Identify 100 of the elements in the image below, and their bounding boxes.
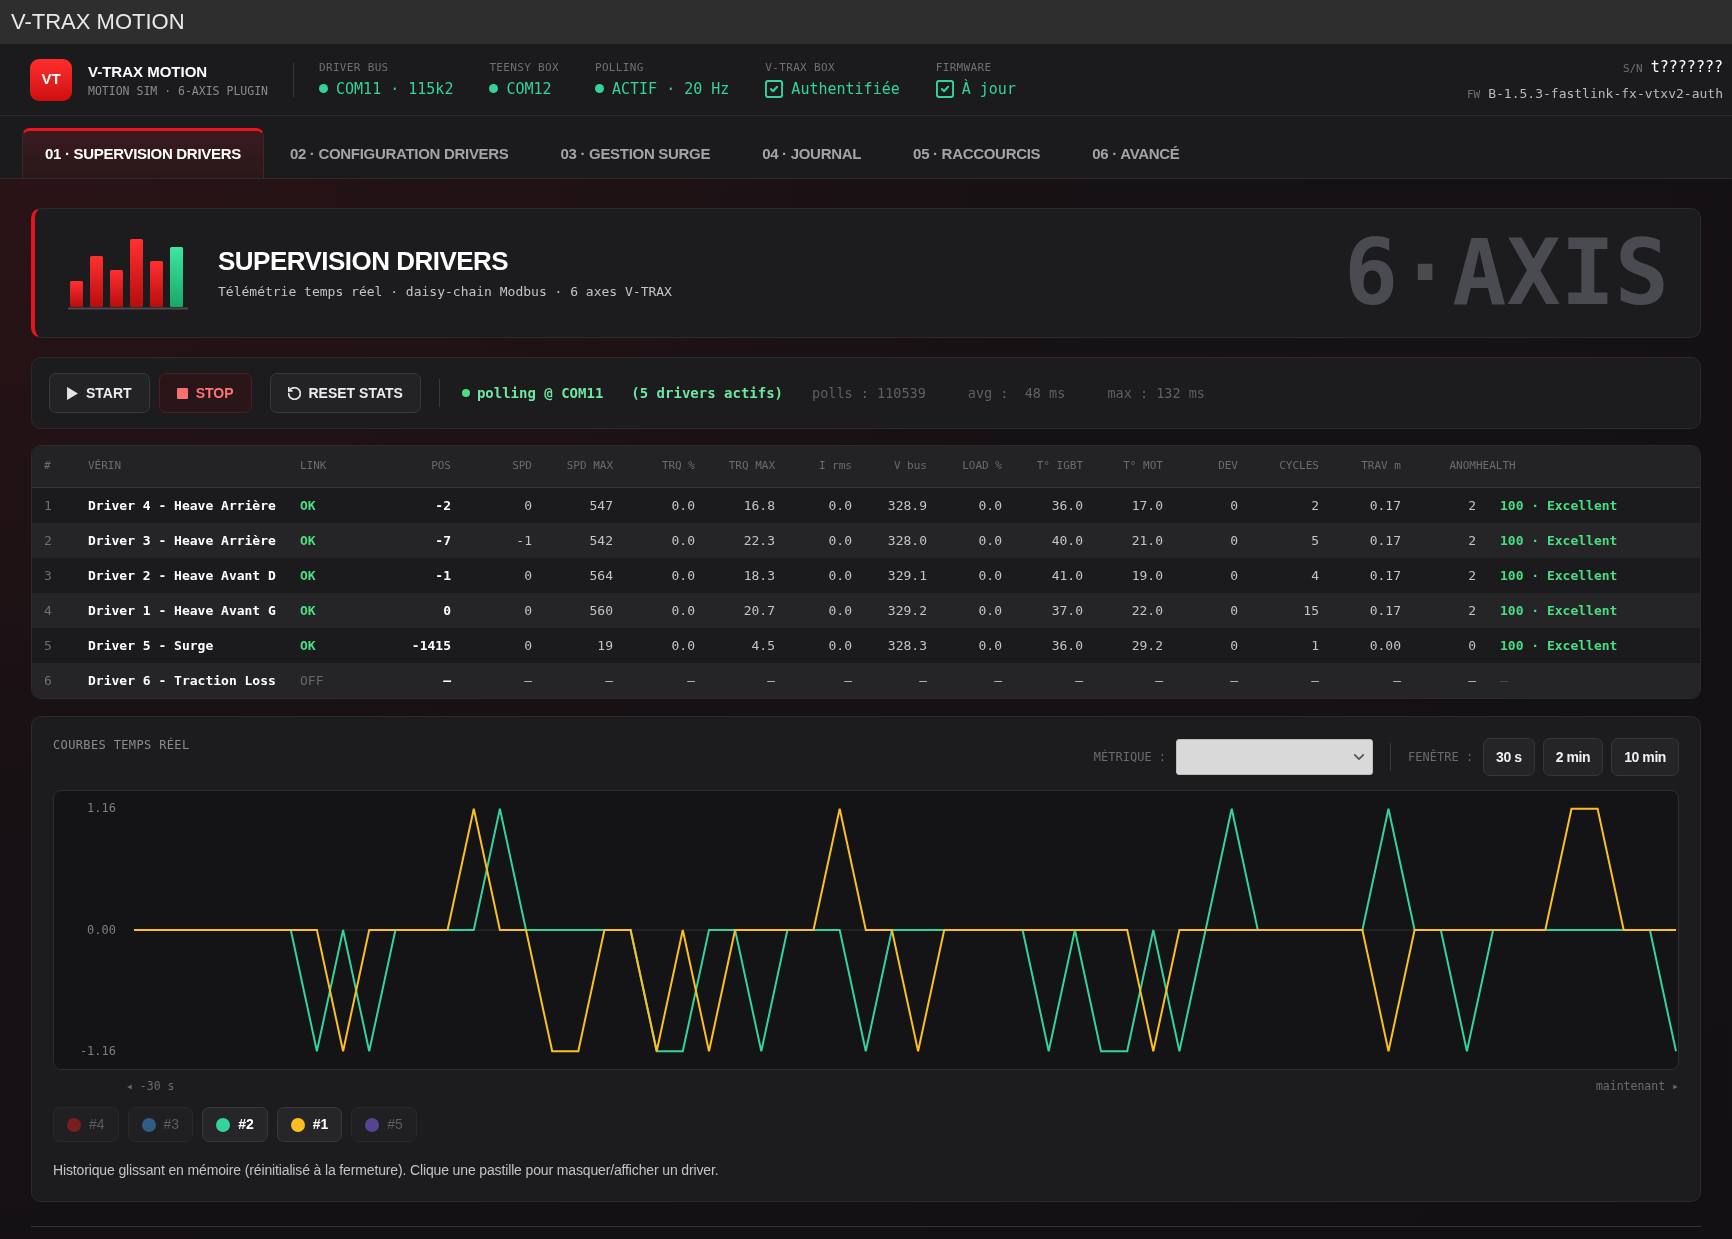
status-value: COM11 · 115k2 bbox=[336, 78, 454, 99]
table-cell-text: 19.0 bbox=[1131, 566, 1163, 585]
stop-button[interactable]: STOP bbox=[158, 373, 252, 413]
table-cell-text: 0 bbox=[1230, 531, 1238, 550]
legend-toggle[interactable]: #1 bbox=[276, 1107, 343, 1142]
table-cell-text: -1415 bbox=[411, 636, 451, 655]
link-status: OK bbox=[300, 496, 316, 515]
table-cell-text: 20.7 bbox=[743, 601, 775, 620]
metric-select[interactable] bbox=[1176, 739, 1374, 775]
table-cell-text: 0 bbox=[524, 496, 532, 515]
tab[interactable]: 02 · CONFIGURATION DRIVERS bbox=[263, 128, 535, 178]
table-cell-text: 0.0 bbox=[828, 496, 852, 515]
table-cell-text: 0 bbox=[524, 566, 532, 585]
table-cell-text: 36.0 bbox=[1051, 636, 1083, 655]
link-status: OFF bbox=[300, 671, 324, 690]
table-cell-text: 0.0 bbox=[671, 601, 695, 620]
row-number: 2 bbox=[43, 531, 53, 550]
table-cell-text: 0.0 bbox=[671, 531, 695, 550]
table-cell-text: 0.17 bbox=[1369, 601, 1401, 620]
table-cell-text: 0.0 bbox=[978, 531, 1002, 550]
app-logo: VT bbox=[30, 58, 72, 101]
tab[interactable]: 06 · AVANCÉ bbox=[1066, 128, 1206, 178]
firmware-label: FW bbox=[1466, 86, 1481, 103]
table-cell-text: 329.1 bbox=[887, 566, 927, 585]
driver-name: Driver 2 - Heave Avant D bbox=[88, 566, 277, 585]
table-cell-text: 0 bbox=[1230, 636, 1238, 655]
column-header: SPD bbox=[512, 458, 532, 475]
link-status: OK bbox=[300, 566, 316, 585]
table-cell-text: 0.00 bbox=[1369, 636, 1401, 655]
reset-icon bbox=[287, 386, 301, 400]
tab[interactable]: 04 · JOURNAL bbox=[736, 128, 888, 178]
table-cell-text: 0 bbox=[1468, 636, 1476, 655]
chart-note: Historique glissant en mémoire (réinitialisé à la fermeture). Clique une pastille pour masquer/afficher un driver. bbox=[53, 1161, 720, 1179]
column-header: TRQ % bbox=[661, 458, 695, 475]
table-cell-text: — bbox=[1230, 671, 1238, 690]
table-cell-text: 0 bbox=[1230, 496, 1238, 515]
table-cell-text: 0.0 bbox=[978, 601, 1002, 620]
status-value: ACTIF · 20 Hz bbox=[611, 78, 730, 99]
health-status: 100 · Excellent bbox=[1499, 636, 1619, 655]
table-cell-text: 0 bbox=[524, 601, 532, 620]
driver-name: Driver 6 - Traction Loss bbox=[88, 671, 277, 690]
status-label: V-TRAX BOX bbox=[765, 60, 836, 75]
x-axis-label: ◂ -30 s bbox=[126, 1078, 175, 1096]
table-cell-text: 4 bbox=[1311, 566, 1319, 585]
chart-title: COURBES TEMPS RÉEL bbox=[53, 738, 190, 752]
column-header: T° IGBT bbox=[1036, 458, 1083, 475]
table-cell-text: 2 bbox=[1311, 496, 1319, 515]
driver-name: Driver 4 - Heave Arrière bbox=[88, 496, 277, 515]
table-cell-text: 36.0 bbox=[1051, 496, 1083, 515]
link-status: OK bbox=[300, 531, 316, 550]
y-tick-label: 0.00 bbox=[87, 922, 116, 937]
legend-toggle[interactable]: #2 bbox=[202, 1107, 268, 1142]
table-cell-text: 0.0 bbox=[671, 566, 695, 585]
link-status: OK bbox=[300, 601, 316, 620]
status-label: FIRMWARE bbox=[935, 60, 993, 75]
table-cell-text: 0 bbox=[524, 636, 532, 655]
table-cell-text: -1 bbox=[435, 566, 451, 585]
table-cell-text: 0.0 bbox=[978, 496, 1002, 515]
table-cell-text: 17.0 bbox=[1131, 496, 1163, 515]
window-label: FENÊTRE : bbox=[1408, 748, 1474, 766]
row-number: 4 bbox=[43, 601, 53, 620]
column-header: I rms bbox=[818, 458, 852, 475]
row-number: 6 bbox=[43, 671, 53, 690]
table-cell-text: 22.3 bbox=[743, 531, 775, 550]
window-option[interactable]: 30 s bbox=[1483, 738, 1535, 776]
table-cell-text: 328.9 bbox=[887, 496, 927, 515]
table-cell-text: 0.17 bbox=[1369, 496, 1401, 515]
tab[interactable]: 03 · GESTION SURGE bbox=[534, 128, 737, 178]
reset-button[interactable]: RESET STATS bbox=[269, 373, 421, 413]
health-status: 100 · Excellent bbox=[1499, 566, 1619, 585]
table-cell-text: 542 bbox=[589, 531, 613, 550]
table-cell-text: 0.0 bbox=[671, 496, 695, 515]
table-cell-text: — bbox=[524, 671, 532, 690]
table-cell-text: 0.0 bbox=[828, 601, 852, 620]
tab[interactable]: 05 · RACCOURCIS bbox=[887, 128, 1067, 178]
window-option[interactable]: 2 min bbox=[1542, 738, 1604, 776]
column-header: DEV bbox=[1218, 458, 1238, 475]
table-cell-text: 547 bbox=[589, 496, 613, 515]
poll-stat: avg : 48 ms bbox=[967, 383, 1066, 403]
table-cell-text: -2 bbox=[435, 496, 451, 515]
table-cell-text: 2 bbox=[1468, 531, 1476, 550]
tab[interactable]: 01 · SUPERVISION DRIVERS bbox=[22, 128, 264, 178]
column-header: TRQ MAX bbox=[728, 458, 775, 475]
status-value: Authentifiée bbox=[791, 78, 900, 99]
table-cell-text: -1 bbox=[516, 531, 532, 550]
page-subtitle: Télémétrie temps réel · daisy-chain Modbus · 6 axes V-TRAX bbox=[218, 283, 672, 300]
window-option[interactable]: 10 min bbox=[1611, 738, 1679, 776]
table-cell-text: 1 bbox=[1311, 636, 1319, 655]
polling-status: polling @ COM11 bbox=[476, 383, 604, 403]
brand-tagline: MOTION SIM · 6-AXIS PLUGIN bbox=[88, 83, 268, 98]
column-header: HEALTH bbox=[1476, 458, 1517, 475]
table-cell-text: — bbox=[1155, 671, 1163, 690]
column-header: LOAD % bbox=[962, 458, 1002, 475]
table-cell-text: — bbox=[767, 671, 775, 690]
start-button[interactable]: START bbox=[49, 373, 150, 413]
table-cell-text: 21.0 bbox=[1131, 531, 1163, 550]
driver-name: Driver 1 - Heave Avant G bbox=[88, 601, 277, 620]
table-cell-text: 37.0 bbox=[1051, 601, 1083, 620]
x-axis-label: maintenant ▸ bbox=[1595, 1078, 1679, 1096]
table-cell-text: 560 bbox=[589, 601, 613, 620]
